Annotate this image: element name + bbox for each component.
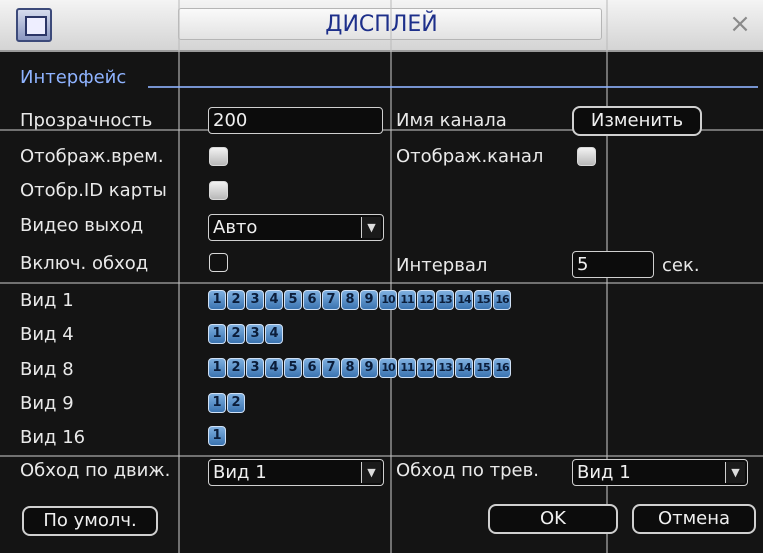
interval-unit: сек. — [662, 255, 700, 276]
channel-button[interactable]: 2 — [227, 290, 245, 310]
interval-label: Интервал — [396, 255, 488, 276]
chevron-down-icon[interactable]: ▼ — [361, 462, 381, 483]
alarm-tour-select[interactable]: Вид 1 ▼ — [572, 459, 748, 486]
show-channel-label: Отображ.канал — [396, 146, 544, 167]
channel-button[interactable]: 14 — [455, 290, 473, 310]
channel-button[interactable]: 12 — [417, 358, 435, 378]
tour-checkbox[interactable] — [209, 253, 228, 272]
default-button[interactable]: По умолч. — [22, 506, 158, 536]
motion-tour-label: Обход по движ. — [20, 460, 171, 481]
channel-button[interactable]: 3 — [246, 358, 264, 378]
channel-button[interactable]: 9 — [360, 290, 378, 310]
show-channel-checkbox[interactable] — [577, 147, 596, 166]
view-9-channels: 12 — [208, 393, 245, 415]
channel-button[interactable]: 5 — [284, 358, 302, 378]
section-divider — [148, 86, 758, 88]
show-time-checkbox[interactable] — [209, 147, 228, 166]
channel-button[interactable]: 4 — [265, 290, 283, 310]
channel-button[interactable]: 15 — [474, 290, 492, 310]
transparency-label: Прозрачность — [20, 110, 153, 131]
channel-button[interactable]: 16 — [493, 290, 511, 310]
interval-input[interactable]: 5 — [572, 251, 654, 278]
channel-button[interactable]: 16 — [493, 358, 511, 378]
video-out-value: Авто — [213, 217, 258, 238]
video-out-label: Видео выход — [20, 215, 144, 236]
channel-button[interactable]: 6 — [303, 358, 321, 378]
channel-button[interactable]: 2 — [227, 393, 245, 413]
channel-button[interactable]: 13 — [436, 358, 454, 378]
ok-button[interactable]: OK — [488, 504, 618, 534]
chevron-down-icon[interactable]: ▼ — [725, 462, 745, 483]
edit-channel-name-button[interactable]: Изменить — [572, 106, 702, 136]
grid-line — [390, 0, 392, 553]
channel-button[interactable]: 11 — [398, 290, 416, 310]
close-icon[interactable]: × — [728, 11, 752, 37]
view-1-channels: 1 2 3 4 5 6 7 8 9 10 11 12 13 14 15 16 — [208, 290, 511, 312]
show-time-label: Отображ.врем. — [20, 146, 164, 167]
channel-button[interactable]: 8 — [341, 290, 359, 310]
channel-button[interactable]: 1 — [208, 324, 226, 344]
title-bar: ДИСПЛЕЙ × — [0, 0, 763, 52]
chevron-down-icon[interactable]: ▼ — [361, 217, 381, 238]
channel-button[interactable]: 13 — [436, 290, 454, 310]
motion-tour-value: Вид 1 — [213, 462, 267, 483]
channel-button[interactable]: 6 — [303, 290, 321, 310]
window-title: ДИСПЛЕЙ — [325, 12, 438, 37]
channel-button[interactable]: 9 — [360, 358, 378, 378]
channel-button[interactable]: 15 — [474, 358, 492, 378]
channel-button[interactable]: 2 — [227, 324, 245, 344]
channel-button[interactable]: 11 — [398, 358, 416, 378]
channel-button[interactable]: 3 — [246, 324, 264, 344]
view-label: Вид 8 — [20, 359, 74, 380]
view-label: Вид 16 — [20, 427, 86, 448]
channel-button[interactable]: 5 — [284, 290, 302, 310]
view-label: Вид 9 — [20, 393, 74, 414]
video-out-select[interactable]: Авто ▼ — [208, 214, 384, 241]
channel-button[interactable]: 1 — [208, 393, 226, 413]
show-card-id-label: Отобр.ID карты — [20, 180, 167, 201]
show-card-id-checkbox[interactable] — [209, 181, 228, 200]
channel-button[interactable]: 1 — [208, 358, 226, 378]
alarm-tour-label: Обход по трев. — [396, 460, 539, 481]
view-label: Вид 4 — [20, 324, 74, 345]
view-4-channels: 1234 — [208, 324, 283, 346]
view-8-channels: 1 2 3 4 5 6 7 8 9 10 11 12 13 14 15 16 — [208, 358, 511, 380]
channel-button[interactable]: 10 — [379, 358, 397, 378]
channel-button[interactable]: 8 — [341, 358, 359, 378]
channel-button[interactable]: 7 — [322, 358, 340, 378]
cancel-button[interactable]: Отмена — [632, 504, 756, 534]
channel-name-label: Имя канала — [396, 110, 507, 131]
alarm-tour-value: Вид 1 — [577, 462, 631, 483]
channel-button[interactable]: 2 — [227, 358, 245, 378]
channel-button[interactable]: 4 — [265, 358, 283, 378]
transparency-input[interactable]: 200 — [208, 107, 383, 134]
display-settings-window: ДИСПЛЕЙ × Интерфейс Прозрачность 200 Имя… — [0, 0, 763, 553]
channel-button[interactable]: 3 — [246, 290, 264, 310]
channel-button[interactable]: 10 — [379, 290, 397, 310]
section-title: Интерфейс — [20, 67, 127, 88]
grid-line — [0, 282, 763, 284]
motion-tour-select[interactable]: Вид 1 ▼ — [208, 459, 384, 486]
channel-button[interactable]: 7 — [322, 290, 340, 310]
grid-line — [0, 455, 763, 457]
view-label: Вид 1 — [20, 290, 74, 311]
grid-line — [178, 0, 180, 553]
channel-button[interactable]: 12 — [417, 290, 435, 310]
channel-button[interactable]: 1 — [208, 426, 226, 446]
channel-button[interactable]: 14 — [455, 358, 473, 378]
view-16-channels: 1 — [208, 426, 226, 448]
channel-button[interactable]: 1 — [208, 290, 226, 310]
tour-label: Включ. обход — [20, 253, 149, 274]
channel-button[interactable]: 4 — [265, 324, 283, 344]
